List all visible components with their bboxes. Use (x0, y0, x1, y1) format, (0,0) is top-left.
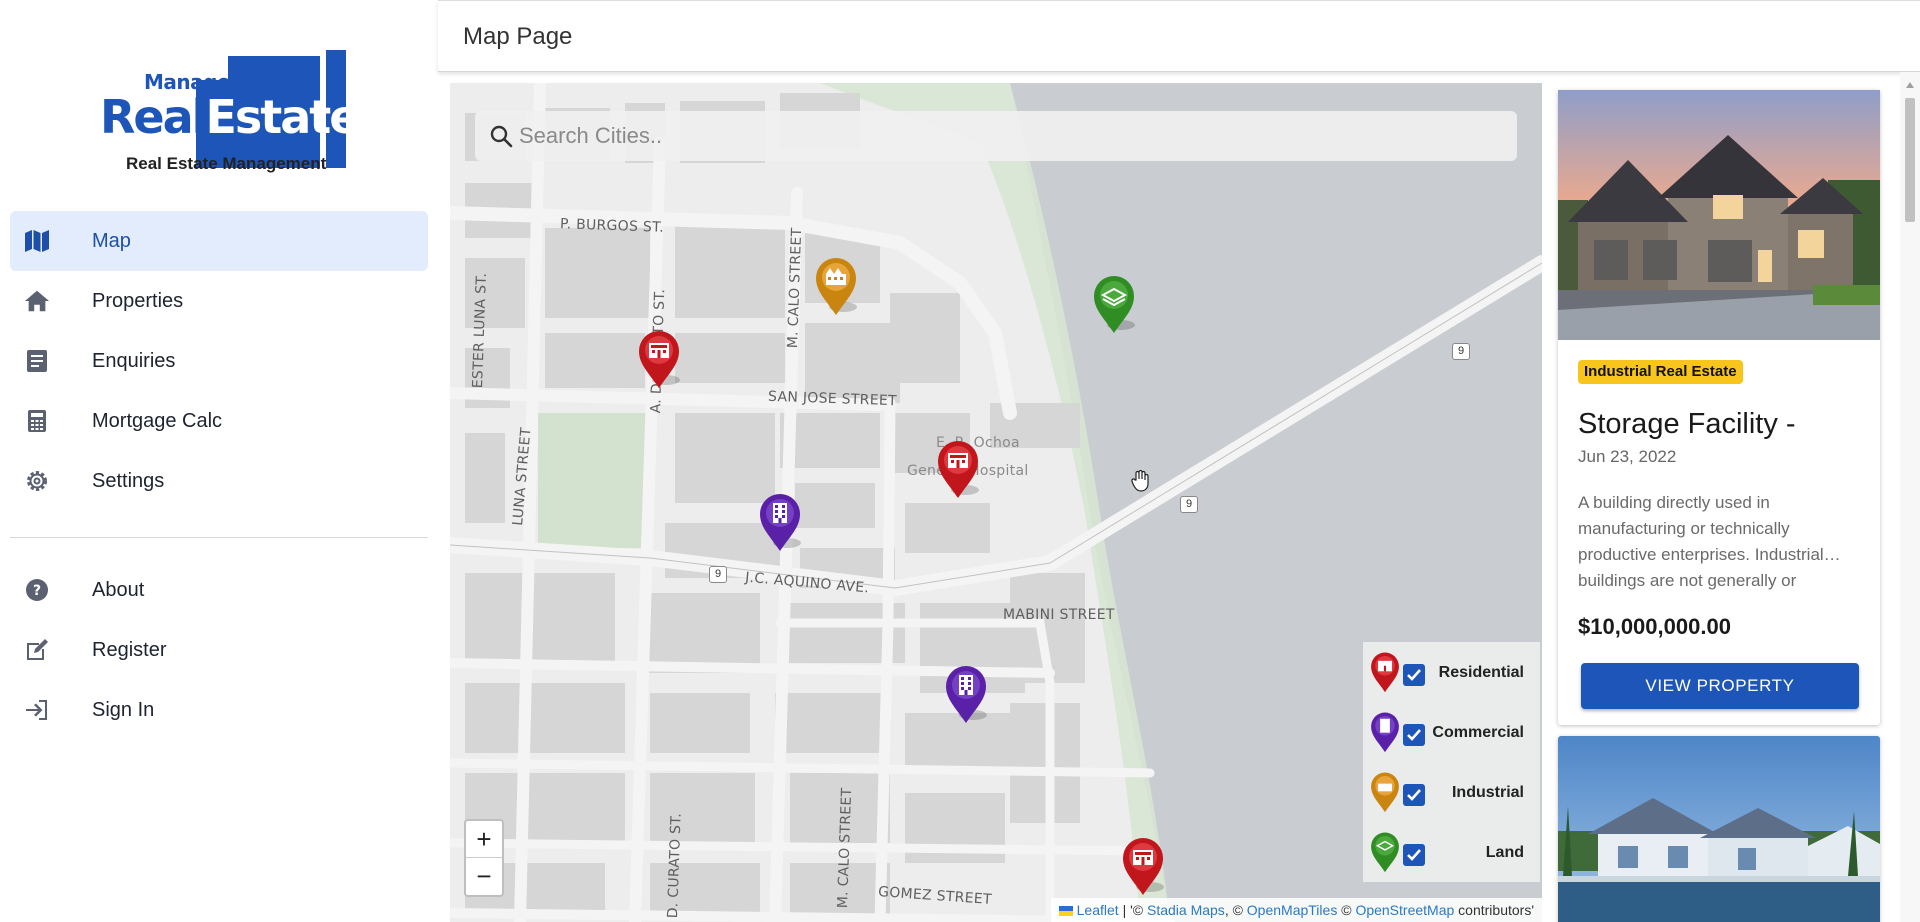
sign-in-icon (24, 697, 50, 723)
sidebar-item-label: Properties (92, 289, 184, 312)
view-property-button[interactable]: VIEW PROPERTY (1581, 663, 1859, 709)
property-list: Industrial Real Estate Storage Facility … (1548, 83, 1900, 922)
property-card[interactable] (1558, 736, 1880, 922)
legend-item-commercial[interactable]: Commercial (1363, 702, 1540, 762)
sidebar-item-label: Register (92, 638, 167, 661)
property-card[interactable]: Industrial Real Estate Storage Facility … (1558, 90, 1880, 725)
property-price: $10,000,000.00 (1578, 614, 1731, 639)
property-photo (1558, 736, 1880, 922)
industrial-checkbox[interactable] (1403, 784, 1425, 806)
property-type-badge: Industrial Real Estate (1578, 360, 1743, 384)
zoom-in-button[interactable]: + (466, 821, 502, 858)
home-icon (24, 288, 50, 314)
map-marker-residential[interactable] (1120, 835, 1166, 897)
attribution-text: © (1337, 902, 1356, 918)
map-marker-land[interactable] (1091, 273, 1137, 335)
sidebar-item-label: Sign In (92, 698, 155, 721)
logo-real-estate-word: RealEstate (100, 90, 360, 144)
city-search-input[interactable] (519, 111, 1499, 161)
checkmark-icon (1407, 669, 1421, 681)
map-attribution: Leaflet | '© Stadia Maps, © OpenMapTiles… (1050, 898, 1542, 922)
map-marker-commercial[interactable] (757, 491, 803, 553)
legend-label: Industrial (1451, 784, 1524, 801)
sidebar-item-label: About (92, 578, 145, 601)
edit-icon (24, 637, 50, 663)
page-scrollbar[interactable] (1900, 72, 1920, 922)
residential-pin-icon (1371, 652, 1399, 693)
city-search-bar (475, 111, 1517, 161)
checkmark-icon (1407, 849, 1421, 861)
residential-checkbox[interactable] (1403, 664, 1425, 686)
sidebar-item-label: Enquiries (92, 349, 176, 372)
app-logo[interactable]: Management RealEstate Real Estate Manage… (96, 46, 360, 176)
industrial-pin-icon (1371, 772, 1399, 813)
map-view[interactable]: P. BURGOS ST. ESTER LUNA ST. A. D. CURAT… (450, 83, 1542, 922)
attribution-text: | '© (1118, 902, 1147, 918)
property-description: A building directly used in manufacturin… (1578, 493, 1841, 590)
property-date: Jun 23, 2022 (1578, 447, 1677, 466)
sidebar: Management RealEstate Real Estate Manage… (0, 0, 438, 922)
legend-item-residential[interactable]: Residential (1363, 642, 1540, 702)
commercial-checkbox[interactable] (1403, 724, 1425, 746)
sidebar-item-settings[interactable]: Settings (10, 451, 428, 511)
sidebar-item-sign-in[interactable]: Sign In (10, 680, 428, 740)
openstreetmap-link[interactable]: OpenStreetMap (1355, 902, 1454, 918)
scroll-up-arrow-icon[interactable] (1906, 82, 1914, 88)
route-shield: 9 (709, 566, 727, 583)
map-icon (24, 228, 50, 254)
logo-tagline: Real Estate Management (126, 154, 327, 173)
sidebar-item-label: Map (92, 229, 131, 252)
map-marker-residential[interactable] (935, 438, 981, 500)
street-label: MABINI STREET (1003, 607, 1115, 623)
zoom-control: + − (464, 819, 504, 897)
search-icon (489, 124, 513, 153)
map-marker-residential[interactable] (636, 328, 682, 390)
sidebar-item-mortgage-calc[interactable]: Mortgage Calc (10, 391, 428, 451)
map-marker-commercial[interactable] (943, 663, 989, 725)
zoom-out-button[interactable]: − (466, 858, 502, 895)
property-photo (1558, 90, 1880, 340)
sidebar-item-map[interactable]: Map (10, 211, 428, 271)
sidebar-item-enquiries[interactable]: Enquiries (10, 331, 428, 391)
leaflet-link[interactable]: Leaflet (1077, 902, 1119, 918)
route-shield: 9 (1180, 496, 1198, 513)
hand-cursor-icon (1131, 470, 1149, 492)
property-title: Storage Facility - (1578, 408, 1796, 440)
openmaptiles-link[interactable]: OpenMapTiles (1247, 902, 1338, 918)
legend-label: Land (1485, 844, 1524, 861)
legend-item-industrial[interactable]: Industrial (1363, 762, 1540, 822)
attribution-text: contributors' (1454, 902, 1534, 918)
sidebar-item-register[interactable]: Register (10, 620, 428, 680)
sidebar-item-label: Settings (92, 469, 165, 492)
legend-label: Residential (1438, 664, 1524, 681)
calculator-icon (24, 408, 50, 434)
sidebar-nav: Map Properties Enquiries Mortgage Calc S… (10, 211, 428, 740)
land-pin-icon (1371, 832, 1399, 873)
legend-label: Commercial (1432, 724, 1524, 741)
sidebar-item-properties[interactable]: Properties (10, 271, 428, 331)
app-header: Map Page (438, 0, 1920, 72)
legend-item-land[interactable]: Land (1363, 822, 1540, 882)
svg-text:?: ? (33, 583, 41, 599)
attribution-text: , © (1224, 902, 1247, 918)
gear-icon (24, 468, 50, 494)
checkmark-icon (1407, 729, 1421, 741)
stadia-link[interactable]: Stadia Maps (1147, 902, 1225, 918)
help-icon: ? (24, 577, 50, 603)
scrollbar-thumb[interactable] (1905, 98, 1915, 222)
sidebar-item-about[interactable]: ? About (10, 560, 428, 620)
property-type-legend: Residential Commercial Industrial Land (1363, 642, 1540, 882)
sidebar-item-label: Mortgage Calc (92, 409, 223, 432)
checkmark-icon (1407, 789, 1421, 801)
land-checkbox[interactable] (1403, 844, 1425, 866)
route-shield: 9 (1452, 343, 1470, 360)
page-title: Map Page (463, 23, 573, 50)
document-icon (24, 348, 50, 374)
sidebar-divider (10, 537, 428, 538)
commercial-pin-icon (1371, 712, 1399, 753)
map-marker-industrial[interactable] (813, 255, 859, 317)
ukraine-flag-icon (1058, 906, 1073, 916)
